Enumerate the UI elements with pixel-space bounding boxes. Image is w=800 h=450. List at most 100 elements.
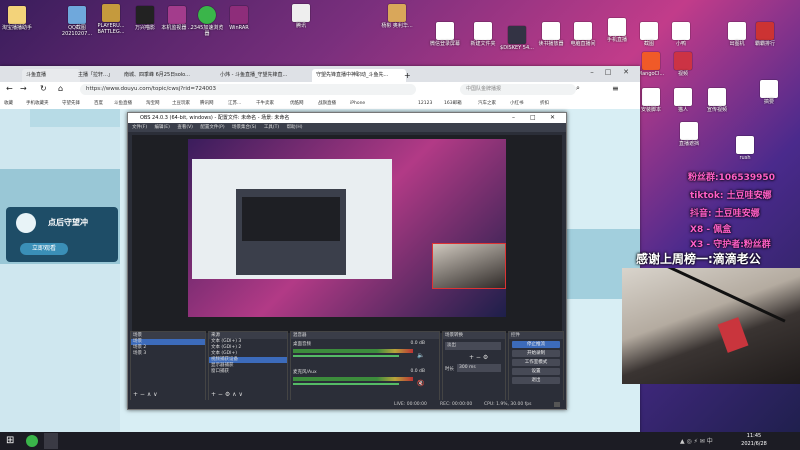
tray-icons[interactable]: ▲ ◎ ⚡ ✉ 中 bbox=[680, 436, 713, 445]
scene-item[interactable]: 场景 3 bbox=[131, 351, 205, 357]
desktop-icon[interactable]: 2345加速浏览器 bbox=[190, 6, 224, 37]
obs-maximize-icon[interactable]: □ bbox=[530, 113, 536, 123]
bookmark-item[interactable]: 手机收藏夹 bbox=[26, 98, 49, 109]
bookmark-item[interactable]: 163邮箱 bbox=[444, 98, 462, 109]
transition-select[interactable]: 淡出 bbox=[445, 342, 501, 350]
bookmark-item[interactable]: 汽车之家 bbox=[478, 98, 496, 109]
exit-button[interactable]: 退出 bbox=[512, 377, 560, 384]
desktop-icon[interactable]: QQ截图 20210207... bbox=[60, 6, 94, 37]
source-add-icon[interactable]: + − ⚙ ∧ ∨ bbox=[211, 391, 243, 398]
menu-item[interactable]: 查看(V) bbox=[177, 125, 193, 130]
bookmark-item[interactable]: 土豆玩家 bbox=[172, 98, 190, 109]
home-icon[interactable]: ⌂ bbox=[58, 84, 63, 93]
bookmark-item[interactable]: iPhone bbox=[350, 98, 365, 109]
desktop-icon[interactable]: 读书播放器 bbox=[534, 22, 568, 47]
bookmark-item[interactable]: 守望先锋 bbox=[62, 98, 80, 109]
desktop-icon[interactable]: 杨彬 奥利华... bbox=[380, 4, 414, 29]
obs-preview[interactable] bbox=[132, 135, 562, 333]
forward-icon[interactable]: → bbox=[20, 84, 27, 93]
close-icon[interactable]: ✕ bbox=[620, 66, 632, 78]
desktop-icon[interactable]: 手机直播 bbox=[600, 18, 634, 43]
obs-status-bar: LIVE: 00:00:00 REC: 00:00:00 CPU: 1.9%, … bbox=[128, 400, 566, 409]
bookmark-item[interactable]: 12123 bbox=[418, 98, 432, 109]
url-input[interactable]: https://www.douyu.com/topic/cwsj?rid=724… bbox=[80, 84, 416, 95]
desktop-icon[interactable]: 直播遮挡 bbox=[672, 122, 706, 147]
desktop-icon[interactable]: 新建文件夹 bbox=[466, 22, 500, 47]
browser-tab[interactable]: 主播「拉轩…」 bbox=[74, 69, 126, 82]
overlay-fans: 粉丝群:106539950 bbox=[688, 173, 775, 183]
browser-tab[interactable]: 南城、四季峰 6月25日solo... bbox=[120, 69, 222, 82]
start-recording-button[interactable]: 开始录制 bbox=[512, 350, 560, 357]
settings-button[interactable]: 设置 bbox=[512, 368, 560, 375]
back-icon[interactable]: ← bbox=[6, 84, 13, 93]
windows-start-icon[interactable]: ⊞ bbox=[6, 435, 14, 446]
desktop-icon[interactable]: 万兴喵影 bbox=[128, 6, 162, 31]
browser-taskbar-icon[interactable] bbox=[26, 435, 38, 447]
document-icon bbox=[642, 88, 660, 106]
mute-icon[interactable]: 🔇 bbox=[417, 380, 424, 387]
search-input[interactable]: 中国队金牌播报 bbox=[460, 84, 576, 95]
desktop-icon[interactable]: rush bbox=[728, 136, 762, 161]
obs-taskbar-icon[interactable] bbox=[44, 433, 58, 449]
duration-input[interactable]: 300 ms bbox=[457, 364, 501, 372]
menu-item[interactable]: 场景集合(S) bbox=[232, 125, 256, 130]
maximize-icon[interactable]: □ bbox=[602, 66, 614, 78]
desktop-icon[interactable]: 小鸭 bbox=[664, 22, 698, 47]
menu-item[interactable]: 帮助(H) bbox=[287, 125, 303, 130]
desktop-icon[interactable]: 腾讯 bbox=[284, 4, 318, 29]
bookmark-item[interactable]: 千牛卖家 bbox=[256, 98, 274, 109]
desktop-icon[interactable]: 截图 bbox=[632, 22, 666, 47]
bookmark-item[interactable]: 江苏... bbox=[228, 98, 241, 109]
desktop-icon[interactable]: 宣传视频 bbox=[700, 88, 734, 113]
desktop-icon[interactable]: 淘宝播播助手 bbox=[0, 6, 34, 31]
desktop-icon[interactable]: 霸霸排行 bbox=[748, 22, 782, 47]
live-time: LIVE: 00:00:00 bbox=[394, 402, 427, 407]
watch-button[interactable]: 立即观看 bbox=[20, 243, 68, 255]
browser-tab-active[interactable]: 守望先锋直播中神职动_斗鱼先... bbox=[312, 69, 406, 82]
obs-close-icon[interactable]: ✕ bbox=[550, 113, 555, 123]
search-icon[interactable]: ⌕ bbox=[576, 84, 580, 93]
transitions-header: 场景转换 bbox=[443, 332, 505, 339]
speaker-icon[interactable]: 🔈 bbox=[417, 352, 424, 359]
bookmark-item[interactable]: 收藏 bbox=[4, 98, 13, 109]
desktop-icon[interactable]: 搞要 bbox=[752, 80, 786, 105]
menu-icon[interactable]: ≡ bbox=[612, 84, 619, 93]
bookmark-item[interactable]: 斗鱼直播 bbox=[114, 98, 132, 109]
desktop-icon[interactable]: 猫人 bbox=[666, 88, 700, 113]
bookmark-item[interactable]: 战旗直播 bbox=[318, 98, 336, 109]
desktop-icon[interactable]: $DISKEY 54... bbox=[500, 26, 534, 51]
desktop-icon[interactable]: 微信登录屏幕 bbox=[428, 22, 462, 47]
scene-add-icon[interactable]: + − ∧ ∨ bbox=[133, 391, 158, 398]
menu-item[interactable]: 编辑(E) bbox=[155, 125, 170, 130]
overlay-thanks: 感谢上周榜一:滴滴老公 bbox=[636, 252, 761, 266]
minimize-icon[interactable]: – bbox=[586, 66, 598, 78]
desktop-icon[interactable]: WinRAR bbox=[222, 6, 256, 31]
source-item[interactable]: 窗口捕获 bbox=[209, 369, 287, 375]
clock-date[interactable]: 2021/6/28 bbox=[734, 441, 774, 447]
desktop-icon[interactable]: 电脑直播间 bbox=[566, 22, 600, 47]
reload-icon[interactable]: ↻ bbox=[40, 84, 47, 93]
desktop-icon[interactable]: 视频 bbox=[666, 52, 700, 77]
studio-mode-button[interactable]: 工作室模式 bbox=[512, 359, 560, 366]
clock-time[interactable]: 11:45 bbox=[734, 433, 774, 439]
menu-item[interactable]: 文件(F) bbox=[132, 125, 147, 130]
browser-tab[interactable]: 斗鱼直播 bbox=[22, 69, 80, 82]
transition-add-icon[interactable]: + − ⚙ bbox=[469, 354, 488, 361]
bookmark-item[interactable]: 优酷网 bbox=[290, 98, 304, 109]
bookmark-item[interactable]: 小红书 bbox=[510, 98, 524, 109]
volume-slider[interactable] bbox=[293, 355, 399, 357]
volume-slider[interactable] bbox=[293, 383, 399, 385]
browser-tab[interactable]: 小炜 - 斗鱼直播_守望先锋直... bbox=[216, 69, 318, 82]
track-db: 0.0 dB bbox=[410, 341, 425, 346]
menu-item[interactable]: 工具(T) bbox=[264, 125, 279, 130]
bookmark-item[interactable]: 腾讯网 bbox=[200, 98, 214, 109]
bookmark-item[interactable]: 百度 bbox=[94, 98, 103, 109]
bookmark-item[interactable]: 折扣 bbox=[540, 98, 549, 109]
desktop-icon[interactable]: PLAYERU... BATTLEG... bbox=[94, 4, 128, 35]
obs-minimize-icon[interactable]: – bbox=[512, 113, 515, 123]
stop-stream-button[interactable]: 停止推流 bbox=[512, 341, 560, 348]
bookmark-item[interactable]: 淘宝网 bbox=[146, 98, 160, 109]
menu-item[interactable]: 配置文件(P) bbox=[200, 125, 224, 130]
new-tab-button[interactable]: + bbox=[400, 69, 418, 82]
desktop-icon[interactable]: 本机监视器 ... bbox=[160, 6, 194, 31]
